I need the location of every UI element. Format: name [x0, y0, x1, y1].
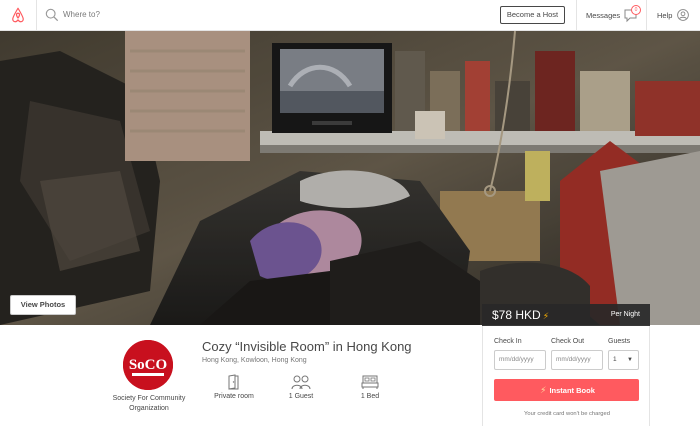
- per-night-label: Per Night: [610, 311, 640, 318]
- price-value: $78 HKD: [492, 308, 541, 322]
- price-bar: $78 HKD ⚡ Per Night: [482, 304, 650, 326]
- amenity-label: Private room: [214, 393, 254, 400]
- messages-link[interactable]: Messages: [586, 11, 620, 20]
- divider: [646, 0, 647, 31]
- chevron-down-icon: ▼: [627, 357, 633, 363]
- guests-select[interactable]: 1 ▼: [608, 350, 639, 370]
- amenity-room-type: Private room: [206, 374, 262, 400]
- messages-badge: 0: [631, 5, 641, 15]
- amenity-guests: 1 Guest: [280, 374, 322, 400]
- room-photo: [0, 31, 700, 325]
- check-out-field[interactable]: mm/dd/yyyy: [551, 350, 603, 370]
- listing-title: Cozy “Invisible Room” in Hong Kong: [202, 339, 412, 354]
- guests-value: 1: [613, 356, 617, 363]
- instant-book-label: Instant Book: [549, 386, 595, 395]
- guests-icon: [291, 375, 311, 390]
- avatar-icon[interactable]: [677, 9, 689, 21]
- view-photos-button[interactable]: View Photos: [10, 295, 76, 315]
- lightning-icon: ⚡: [542, 311, 550, 321]
- card-note: Your credit card won't be charged: [524, 411, 610, 417]
- hero-photo[interactable]: [0, 31, 700, 325]
- amenity-beds: 1 Bed: [350, 374, 390, 400]
- price: $78 HKD ⚡: [492, 308, 549, 322]
- top-nav: Where to? Become a Host Messages 0 Help: [0, 0, 700, 31]
- svg-text:SoCO: SoCO: [129, 357, 167, 373]
- become-host-button[interactable]: Become a Host: [500, 6, 565, 24]
- host-name[interactable]: Society For Community Organization: [104, 394, 194, 414]
- search-icon: [45, 8, 59, 22]
- check-out-label: Check Out: [551, 338, 585, 345]
- lightning-icon: ⚡: [540, 385, 547, 395]
- host-avatar[interactable]: SoCO: [123, 340, 173, 390]
- search-bar[interactable]: Where to?: [36, 0, 236, 31]
- listing-location: Hong Kong, Kowloon, Hong Kong: [202, 357, 307, 364]
- booking-card: Check In Check Out Guests mm/dd/yyyy mm/…: [482, 326, 650, 426]
- bed-icon: [361, 375, 379, 389]
- instant-book-button[interactable]: ⚡ Instant Book: [494, 379, 639, 401]
- guests-label: Guests: [608, 338, 631, 345]
- search-input[interactable]: Where to?: [63, 10, 100, 19]
- amenity-label: 1 Guest: [288, 393, 314, 400]
- check-in-label: Check In: [494, 338, 522, 345]
- amenity-label: 1 Bed: [360, 393, 380, 400]
- check-in-field[interactable]: mm/dd/yyyy: [494, 350, 546, 370]
- soco-logo: SoCO: [123, 340, 173, 390]
- help-link[interactable]: Help: [657, 11, 672, 20]
- door-icon: [228, 374, 239, 390]
- divider: [576, 0, 577, 31]
- airbnb-logo-icon[interactable]: [9, 6, 27, 24]
